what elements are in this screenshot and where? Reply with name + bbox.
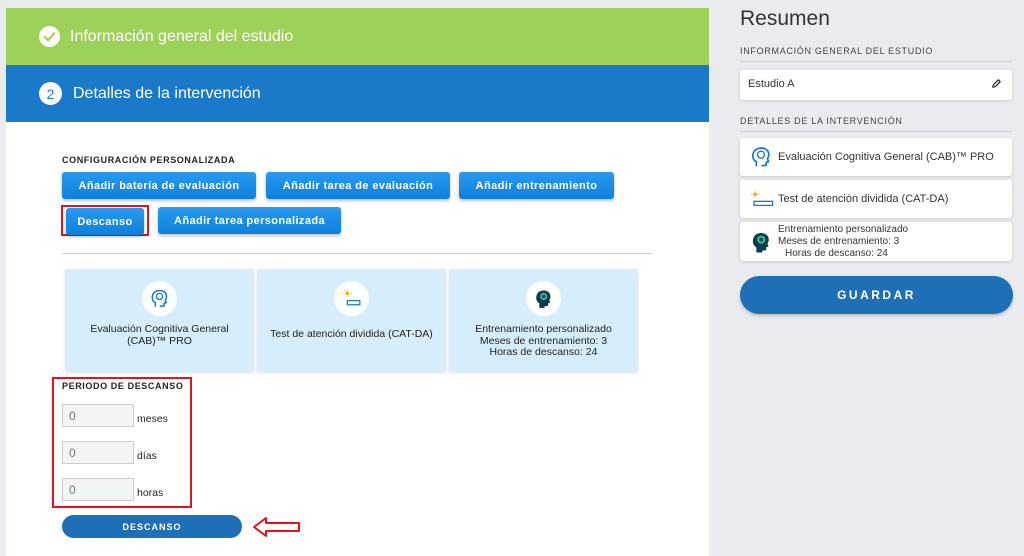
rest-button[interactable]: Descanso [66,208,144,235]
step-number: 2 [39,82,62,105]
step-general-info[interactable]: Información general del estudio [6,8,709,65]
step-general-info-label: Información general del estudio [70,27,294,45]
summary-item-training[interactable]: Entrenamiento personalizado Meses de ent… [740,222,1012,261]
wizard-panel: Información general del estudio 2 Detall… [6,8,709,556]
check-icon [39,26,60,47]
rest-hours-input[interactable] [62,478,134,501]
add-rest-button[interactable]: DESCANSO [62,515,242,538]
summary-divider [740,61,1012,62]
rest-days-row: días [62,441,157,464]
summary-item-cab-pro-label: Evaluación Cognitiva General (CAB)™ PRO [778,151,994,163]
add-training-button[interactable]: Añadir entrenamiento [459,172,614,199]
summary-intervention-label: DETALLES DE LA INTERVENCIÓN [740,116,903,126]
add-battery-button[interactable]: Añadir batería de evaluación [62,172,256,199]
step-intervention-details[interactable]: 2 Detalles de la intervención [6,65,709,122]
rest-period-title: PERIODO DE DESCANSO [62,381,184,391]
summary-item-training-line2: Meses de entrenamiento: 3 [778,236,900,247]
pencil-icon[interactable] [991,78,1002,89]
add-task-button[interactable]: Añadir tarea de evaluación [266,172,450,199]
card-custom-training-line3: Horas de descanso: 24 [489,346,598,358]
summary-item-cat-da[interactable]: Test de atención dividida (CAT-DA) [740,180,1012,218]
arrow-left-icon [253,517,300,537]
summary-item-cat-da-label: Test de atención dividida (CAT-DA) [778,193,949,205]
summary-general-label: INFORMACIÓN GENERAL DEL ESTUDIO [740,46,934,56]
summary-title: Resumen [740,7,830,30]
summary-item-training-line1: Entrenamiento personalizado [778,224,909,235]
divided-attention-icon [334,281,369,316]
rest-months-row: meses [62,404,168,427]
brain-head-icon [752,147,770,167]
summary-study-card[interactable]: Estudio A [740,70,1012,100]
card-cab-pro-line1: Evaluación Cognitiva General [90,323,229,335]
summary-item-cab-pro[interactable]: Evaluación Cognitiva General (CAB)™ PRO [740,138,1012,176]
save-button[interactable]: GUARDAR [740,276,1013,314]
add-custom-task-button[interactable]: Añadir tarea personalizada [158,207,341,234]
brain-head-icon [142,281,177,316]
rest-days-input[interactable] [62,441,134,464]
rest-months-unit: meses [137,412,168,425]
card-custom-training-line1: Entrenamiento personalizado [475,323,612,335]
rest-days-unit: días [137,449,157,462]
training-head-icon [752,232,769,252]
summary-item-training-line3: Horas de descanso: 24 [785,248,888,259]
card-cab-pro-line2: (CAB)™ PRO [127,334,192,347]
divider [62,253,652,254]
rest-hours-unit: horas [137,486,164,499]
custom-config-title: CONFIGURACIÓN PERSONALIZADA [62,155,236,165]
summary-divider-2 [740,131,1012,132]
divided-attention-icon [751,190,774,207]
card-cab-pro[interactable]: Evaluación Cognitiva General (CAB)™ PRO [65,269,254,371]
rest-hours-row: horas [62,478,163,501]
summary-study-name: Estudio A [748,78,795,90]
card-cat-da-line1: Test de atención dividida (CAT-DA) [270,328,433,340]
training-head-icon [526,281,561,316]
step-intervention-label: Detalles de la intervención [73,84,261,102]
rest-months-input[interactable] [62,404,134,427]
card-custom-training[interactable]: Entrenamiento personalizado Meses de ent… [449,269,638,371]
card-cat-da[interactable]: Test de atención dividida (CAT-DA) [257,269,446,371]
